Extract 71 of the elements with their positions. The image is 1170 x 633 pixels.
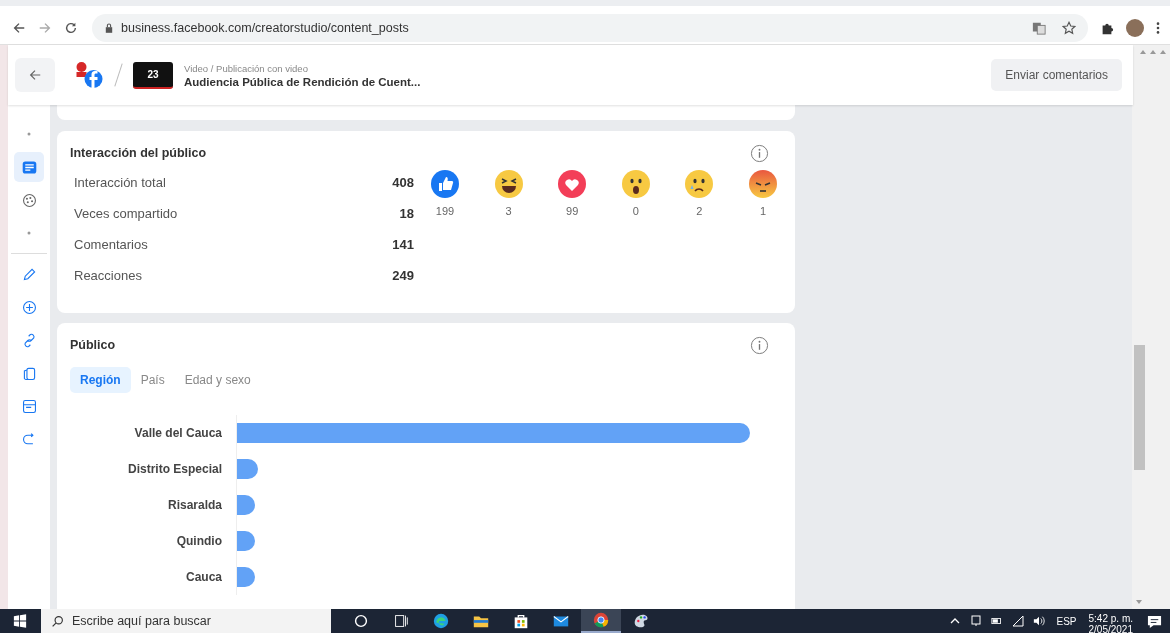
- windows-logo-icon[interactable]: [13, 614, 27, 628]
- address-bar[interactable]: business.facebook.com/creatorstudio/content_posts: [92, 14, 1088, 42]
- dot-icon: [27, 132, 31, 136]
- shopping-bag-icon[interactable]: [512, 612, 530, 630]
- reaction-count: 99: [566, 205, 579, 217]
- like-reaction-icon: [431, 170, 459, 198]
- region-label: Cauca: [184, 570, 223, 584]
- reload-icon[interactable]: [64, 21, 78, 35]
- plus-circle-icon: [20, 298, 38, 316]
- window-icon: [20, 397, 38, 415]
- language-indicator[interactable]: ESP: [1056, 615, 1077, 627]
- task-view-icon[interactable]: [392, 612, 410, 630]
- dot-icon: [27, 231, 31, 235]
- url-text: business.facebook.com/creatorstudio/content_posts: [121, 21, 409, 35]
- surprised-reaction-icon: [621, 170, 650, 198]
- stat-value: 141: [392, 237, 414, 252]
- reaction-count: 0: [632, 205, 639, 217]
- info-icon[interactable]: [750, 335, 769, 355]
- stat-label: Comentarios: [74, 237, 148, 252]
- reaction-count: 3: [505, 205, 512, 217]
- region-label: Quindio: [175, 534, 223, 548]
- back-icon[interactable]: [12, 21, 26, 35]
- stat-label: Reacciones: [74, 268, 142, 283]
- card-title: Interacción del público: [70, 146, 207, 160]
- stat-label: Veces compartido: [74, 206, 178, 221]
- reaction-count: 1: [759, 205, 767, 217]
- stat-value: 408: [392, 175, 414, 190]
- post-title: Audiencia Pública de Rendición de Cuent...: [184, 75, 421, 88]
- heart-reaction-icon: [558, 170, 587, 198]
- edge-browser-icon[interactable]: [432, 612, 450, 630]
- puzzle-icon[interactable]: [1100, 21, 1114, 35]
- profile-avatar[interactable]: [1126, 19, 1144, 37]
- notification-icon[interactable]: [1147, 613, 1162, 629]
- wifi-icon[interactable]: [1012, 615, 1025, 627]
- stat-value: 18: [399, 206, 414, 221]
- tray-app-icon[interactable]: [970, 615, 983, 627]
- lock-icon: [105, 23, 113, 33]
- region-label: Distrito Especial: [126, 462, 223, 476]
- search-icon: [51, 614, 64, 628]
- speaker-icon[interactable]: [1033, 615, 1046, 627]
- sad-reaction-icon: [685, 170, 714, 198]
- card-title: Público: [70, 338, 116, 352]
- reaction-count: 2: [696, 205, 703, 217]
- back-arrow-icon: [28, 68, 42, 82]
- scrollbar-thumb[interactable]: [1134, 345, 1145, 470]
- region-label: Risaralda: [166, 498, 223, 512]
- tab[interactable]: Edad y sexo: [174, 367, 261, 393]
- battery-icon[interactable]: [991, 615, 1004, 627]
- clock-date[interactable]: 2/05/2021: [1088, 624, 1133, 633]
- scrollbar[interactable]: [1132, 45, 1170, 609]
- taskbar-search-field[interactable]: Escribe aquí para buscar: [41, 609, 331, 633]
- info-icon[interactable]: [750, 143, 769, 163]
- feedback-button[interactable]: Enviar comentarios: [991, 59, 1122, 91]
- breadcrumb-text: Video / Publicación con video: [184, 62, 309, 74]
- sidebar-item[interactable]: [14, 152, 44, 182]
- video-thumbnail: 23: [133, 61, 173, 89]
- clock-time[interactable]: 5:42 p. m.: [1088, 613, 1133, 624]
- reaction-count: 199: [435, 205, 455, 217]
- palette-icon[interactable]: [632, 612, 650, 630]
- chrome-browser-icon[interactable]: [592, 611, 610, 629]
- tab[interactable]: País: [130, 367, 175, 393]
- tab[interactable]: Región: [70, 367, 131, 393]
- stat-label: Interacción total: [74, 175, 166, 190]
- circle-icon[interactable]: [352, 612, 370, 630]
- region-label: Valle del Cauca: [133, 426, 223, 440]
- star-icon[interactable]: [1062, 21, 1076, 35]
- stat-value: 249: [392, 268, 414, 283]
- palette-icon: [20, 191, 38, 209]
- menu-icon[interactable]: [1156, 21, 1160, 35]
- angry-reaction-icon: [748, 170, 777, 198]
- laughing-reaction-icon: [494, 170, 523, 198]
